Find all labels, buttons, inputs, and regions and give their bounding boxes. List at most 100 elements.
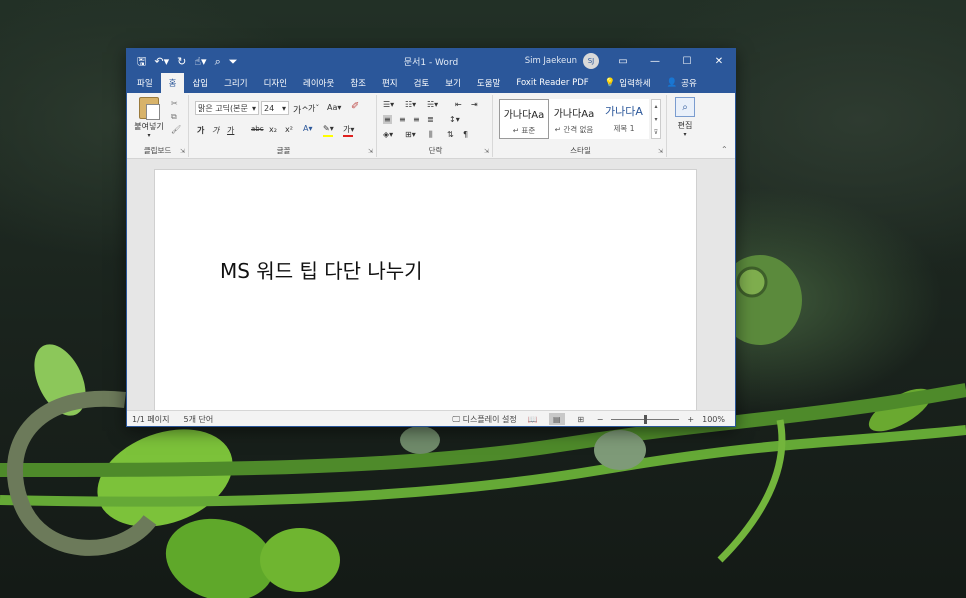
show-marks-icon[interactable]: ¶ (463, 130, 468, 139)
dialog-launcher-icon[interactable]: ⇲ (484, 148, 489, 155)
bold-button[interactable]: 가 (197, 125, 204, 136)
undo-icon[interactable]: ↶▾ (154, 56, 169, 67)
close-icon[interactable]: ✕ (703, 49, 735, 73)
tab-references[interactable]: 참조 (342, 73, 374, 93)
paste-button[interactable]: 붙여넣기 ▾ (133, 97, 165, 139)
style-heading-1[interactable]: 가나다A 제목 1 (599, 99, 649, 139)
tab-help[interactable]: 도움말 (469, 73, 508, 93)
underline-button[interactable]: 가 (227, 125, 234, 136)
dialog-launcher-icon[interactable]: ⇲ (658, 148, 663, 155)
style-no-spacing[interactable]: 가나다Aa ↵ 간격 없음 (549, 99, 599, 139)
align-right-icon[interactable]: ≡ (413, 115, 420, 124)
tell-me-search[interactable]: 💡 입력하세 (597, 73, 659, 93)
quick-access-toolbar: 🖫 ↶▾ ↻ ☝▾ ⌕ ⏷ (127, 56, 238, 67)
read-mode-icon[interactable]: 📖 (525, 413, 541, 425)
zoom-out-button[interactable]: − (597, 415, 604, 424)
avatar: SJ (583, 53, 599, 69)
clipboard-icon (139, 97, 160, 120)
group-paragraph: ☰▾ ☷▾ ☵▾ ⇤ ⇥ ≡ ≡ ≡ ≣ ↕▾ ◈▾ ⊞▾ ⫼ ⇅ ¶ 단락 ⇲ (379, 95, 493, 157)
person-icon: 👤 (666, 78, 678, 88)
font-name-value: 맑은 고딕(본문 (198, 103, 248, 113)
chevron-down-icon: ▾ (281, 103, 286, 113)
zoom-level[interactable]: 100% (702, 415, 725, 424)
web-layout-icon[interactable]: ⊞ (573, 413, 589, 425)
print-preview-icon[interactable]: ⌕ (215, 56, 221, 67)
ribbon-display-icon[interactable]: ▭ (607, 49, 639, 73)
vine-shape (717, 419, 786, 563)
align-center-icon[interactable]: ≡ (399, 115, 406, 124)
tab-mailings[interactable]: 편지 (374, 73, 406, 93)
style-name: 제목 1 (613, 124, 635, 133)
highlight-icon[interactable]: ✎▾ (323, 124, 334, 137)
display-settings-button[interactable]: 🖵 디스플레이 설정 (452, 414, 516, 425)
redo-icon[interactable]: ↻ (177, 56, 186, 67)
increase-indent-icon[interactable]: ⇥ (471, 100, 478, 109)
decrease-indent-icon[interactable]: ⇤ (455, 100, 462, 109)
print-layout-icon[interactable]: ▤ (548, 413, 565, 425)
tab-foxit-pdf[interactable]: Foxit Reader PDF (508, 73, 596, 93)
italic-button[interactable]: 가 (212, 125, 219, 136)
multilevel-list-icon[interactable]: ☵▾ (427, 100, 438, 109)
zoom-in-button[interactable]: + (687, 415, 694, 424)
tab-home[interactable]: 홈 (160, 73, 185, 93)
document-text[interactable]: MS 워드 팁 다단 나누기 (220, 255, 423, 284)
user-name: Sim Jaekeun (524, 56, 577, 66)
font-color-icon[interactable]: 가▾ (343, 124, 354, 137)
text-effects-icon[interactable]: A▾ (303, 124, 313, 133)
shrink-font-icon[interactable]: 가ˇ (308, 103, 319, 114)
share-button[interactable]: 👤 공유 (659, 73, 705, 93)
superscript-button[interactable]: x² (285, 125, 293, 134)
user-account[interactable]: Sim Jaekeun SJ (525, 53, 599, 69)
font-size-combo[interactable]: 24 ▾ (261, 101, 289, 115)
tab-design[interactable]: 디자인 (256, 73, 295, 93)
styles-gallery-scroll[interactable]: ▴ ▾ ⊽ (651, 99, 661, 139)
dialog-launcher-icon[interactable]: ⇲ (368, 148, 373, 155)
group-clipboard: 붙여넣기 ▾ ✂ ⧉ 🖌 클립보드 ⇲ (127, 95, 189, 157)
style-sample: 가나다Aa (553, 109, 595, 120)
maximize-icon[interactable]: ☐ (671, 49, 703, 73)
tab-review[interactable]: 검토 (406, 73, 438, 93)
style-name: ↵ 표준 (512, 126, 536, 135)
dialog-launcher-icon[interactable]: ⇲ (180, 148, 185, 155)
zoom-slider-thumb[interactable] (644, 414, 648, 424)
tab-insert[interactable]: 삽입 (184, 73, 216, 93)
display-icon: 🖵 (452, 414, 461, 424)
cut-icon[interactable]: ✂ (171, 99, 178, 108)
editing-button[interactable]: ⌕ 편집 ▾ (671, 97, 699, 138)
tab-layout[interactable]: 레이아웃 (295, 73, 342, 93)
shading-icon[interactable]: ◈▾ (383, 130, 393, 139)
style-normal[interactable]: 가나다Aa ↵ 표준 (499, 99, 549, 139)
tab-file[interactable]: 파일 (129, 73, 161, 93)
tab-view[interactable]: 보기 (437, 73, 469, 93)
grow-font-icon[interactable]: 가^ (293, 103, 309, 116)
customize-icon[interactable]: ⏷ (229, 56, 238, 67)
numbering-icon[interactable]: ☷▾ (405, 100, 416, 109)
bullets-icon[interactable]: ☰▾ (383, 100, 394, 109)
clear-formatting-icon[interactable]: ✐ (351, 101, 359, 112)
page-count[interactable]: 1/1 페이지 (132, 414, 170, 425)
zoom-slider[interactable] (611, 414, 680, 424)
word-window: 🖫 ↶▾ ↻ ☝▾ ⌕ ⏷ 문서1 - Word Sim Jaekeun SJ … (126, 48, 736, 427)
sort-icon[interactable]: ⇅ (447, 130, 454, 139)
change-case-icon[interactable]: Aa▾ (327, 103, 341, 112)
collapse-ribbon-icon[interactable]: ⌃ (721, 145, 728, 154)
column-break-icon[interactable]: ⫼ (429, 130, 433, 140)
strikethrough-button[interactable]: abc (251, 125, 264, 133)
save-icon[interactable]: 🖫 (137, 56, 146, 67)
search-icon: ⌕ (675, 97, 695, 117)
line-spacing-icon[interactable]: ↕▾ (449, 115, 460, 124)
tab-draw[interactable]: 그리기 (216, 73, 255, 93)
touch-mode-icon[interactable]: ☝▾ (194, 56, 206, 67)
align-left-icon[interactable]: ≡ (383, 115, 392, 124)
font-name-combo[interactable]: 맑은 고딕(본문 ▾ (195, 101, 259, 115)
copy-icon[interactable]: ⧉ (171, 112, 177, 122)
document-page[interactable]: MS 워드 팁 다단 나누기 (154, 169, 697, 411)
minimize-icon[interactable]: — (639, 49, 671, 73)
word-count[interactable]: 5개 단어 (184, 414, 214, 425)
editing-label: 편집 (677, 121, 693, 130)
subscript-button[interactable]: x₂ (269, 125, 277, 134)
justify-icon[interactable]: ≣ (427, 115, 434, 124)
ribbon-home: 붙여넣기 ▾ ✂ ⧉ 🖌 클립보드 ⇲ 맑은 고딕(본문 ▾ 24 ▾ 가^ 가… (127, 93, 735, 159)
format-painter-icon[interactable]: 🖌 (171, 125, 181, 134)
borders-icon[interactable]: ⊞▾ (405, 130, 416, 139)
